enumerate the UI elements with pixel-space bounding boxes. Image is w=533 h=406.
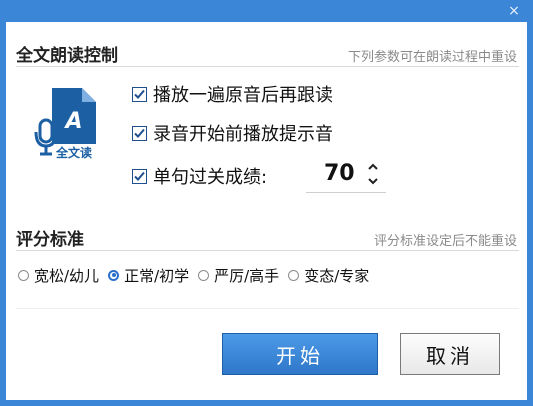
section-hint-reading-control: 下列参数可在朗读过程中重设 <box>347 50 517 65</box>
section-hint-scoring-standard: 评分标准设定后不能重设 <box>373 234 517 249</box>
section-title-reading-control: 全文朗读控制 <box>16 46 118 66</box>
radio-off-icon[interactable] <box>18 269 29 281</box>
cancel-button[interactable]: 取消 <box>400 333 500 375</box>
close-button[interactable]: × <box>501 2 527 20</box>
radio-off-icon[interactable] <box>288 269 300 281</box>
checkbox-checked-icon[interactable] <box>132 86 147 102</box>
checkbox-checked-icon[interactable] <box>132 168 147 184</box>
section-divider <box>16 66 519 67</box>
pass-score-value[interactable]: 70 <box>324 161 355 186</box>
option-label: 单句过关成绩: <box>153 167 268 188</box>
document-microphone-icon: A <box>34 88 96 156</box>
full-text-reading-logo: A 全文读 <box>34 80 126 190</box>
score-underline <box>306 192 386 193</box>
spinner-arrows-icon[interactable] <box>366 161 380 187</box>
option-label: 播放一遍原音后再跟读 <box>153 85 333 106</box>
radio-on-icon[interactable] <box>108 269 120 281</box>
svg-text:A: A <box>63 109 82 134</box>
radio-expert[interactable]: 变态/专家 <box>288 265 369 286</box>
radio-label: 正常/初学 <box>124 266 190 285</box>
radio-normal[interactable]: 正常/初学 <box>108 265 189 286</box>
close-icon: × <box>508 3 520 19</box>
radio-lenient[interactable]: 宽松/幼儿 <box>18 265 99 286</box>
radio-label: 宽松/幼儿 <box>34 266 100 285</box>
start-button[interactable]: 开始 <box>222 333 378 375</box>
section-title-scoring-standard: 评分标准 <box>16 230 84 250</box>
radio-off-icon[interactable] <box>198 269 210 281</box>
radio-strict[interactable]: 严厉/高手 <box>198 265 279 286</box>
footer-divider <box>16 308 519 309</box>
logo-caption: 全文读 <box>56 146 93 160</box>
radio-label: 变态/专家 <box>304 266 370 285</box>
score-spinner[interactable] <box>366 161 380 187</box>
dialog-window: × 全文朗读控制 下列参数可在朗读过程中重设 A 全文读 播放一遍原音后再跟读 <box>0 0 533 406</box>
scoring-radio-group: 宽松/幼儿 正常/初学 严厉/高手 变态/专家 <box>18 262 378 288</box>
option-label: 录音开始前播放提示音 <box>153 124 333 145</box>
checkbox-checked-icon[interactable] <box>132 125 147 141</box>
option-prompt-before-record[interactable]: 录音开始前播放提示音 <box>132 120 333 146</box>
option-play-original-first[interactable]: 播放一遍原音后再跟读 <box>132 81 333 107</box>
section-divider <box>16 250 519 251</box>
dialog-client: 全文朗读控制 下列参数可在朗读过程中重设 A 全文读 播放一遍原音后再跟读 录音… <box>6 22 527 400</box>
radio-label: 严厉/高手 <box>214 266 280 285</box>
option-pass-score[interactable]: 单句过关成绩: <box>132 163 267 189</box>
